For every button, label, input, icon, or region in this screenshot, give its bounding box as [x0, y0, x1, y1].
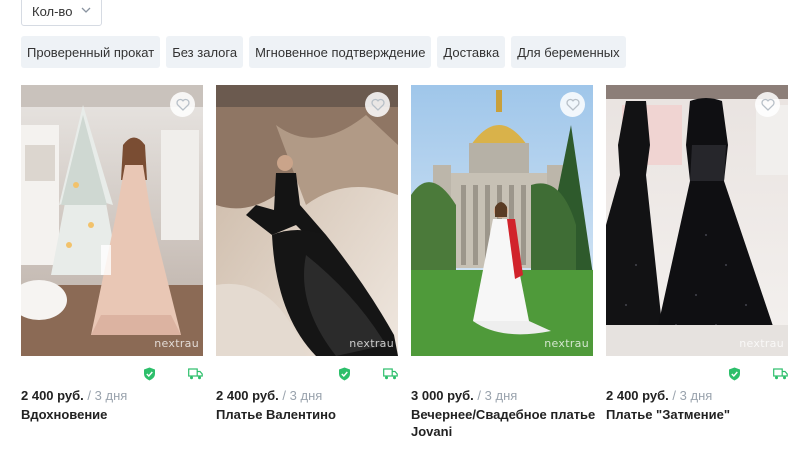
rental-period: / 3 дня — [282, 388, 323, 403]
favorite-button[interactable] — [755, 92, 780, 117]
chip-no-deposit[interactable]: Без залога — [166, 36, 244, 68]
badges — [338, 366, 398, 382]
price: 2 400 руб. — [216, 388, 279, 403]
heart-outline-icon — [760, 98, 775, 111]
rental-period: / 3 дня — [87, 388, 128, 403]
favorite-button[interactable] — [365, 92, 390, 117]
product-title[interactable]: Платье Валентино — [216, 406, 402, 423]
price: 3 000 руб. — [411, 388, 474, 403]
product-image — [21, 85, 203, 356]
product-photo[interactable]: nextrau — [606, 85, 788, 356]
truck-icon — [188, 368, 203, 380]
truck-icon — [773, 368, 788, 380]
quantity-select-label: Кол-во — [32, 3, 73, 19]
product-title[interactable]: Вечернее/Свадебное платье Jovani — [411, 406, 597, 440]
badges — [728, 366, 788, 382]
watermark: nextrau — [739, 337, 784, 350]
favorite-button[interactable] — [560, 92, 585, 117]
price-line: 3 000 руб. / 3 дня — [411, 388, 517, 403]
product-card[interactable]: nextrau 2 400 руб. / 3 дня Платье Валент… — [216, 85, 398, 422]
price-line: 2 400 руб. / 3 дня — [216, 388, 322, 403]
truck-icon — [383, 368, 398, 380]
badges — [143, 366, 203, 382]
shield-check-icon — [339, 367, 350, 381]
price-line: 2 400 руб. / 3 дня — [606, 388, 712, 403]
watermark: nextrau — [544, 337, 589, 350]
price: 2 400 руб. — [606, 388, 669, 403]
product-photo[interactable]: nextrau — [411, 85, 593, 356]
product-grid: nextrau 2 400 руб. / 3 дня Вдохновение n… — [21, 85, 788, 439]
product-image — [606, 85, 788, 356]
chevron-down-icon — [81, 7, 91, 13]
product-card[interactable]: nextrau 2 400 руб. / 3 дня Платье "Затме… — [606, 85, 788, 422]
product-photo[interactable]: nextrau — [21, 85, 203, 356]
product-title[interactable]: Вдохновение — [21, 406, 207, 423]
filter-chips: Проверенный прокат Без залога Мгновенное… — [21, 36, 626, 68]
product-card[interactable]: nextrau 2 400 руб. / 3 дня Вдохновение — [21, 85, 203, 422]
heart-outline-icon — [175, 98, 190, 111]
chip-instant-confirmation[interactable]: Мгновенное подтверждение — [249, 36, 432, 68]
shield-check-icon — [729, 367, 740, 381]
chip-for-pregnant[interactable]: Для беременных — [511, 36, 626, 68]
shield-check-icon — [144, 367, 155, 381]
chip-delivery[interactable]: Доставка — [437, 36, 506, 68]
watermark: nextrau — [154, 337, 199, 350]
watermark: nextrau — [349, 337, 394, 350]
rental-period: / 3 дня — [672, 388, 713, 403]
heart-outline-icon — [565, 98, 580, 111]
price-line: 2 400 руб. / 3 дня — [21, 388, 127, 403]
product-title[interactable]: Платье "Затмение" — [606, 406, 792, 423]
rental-period: / 3 дня — [477, 388, 518, 403]
product-image — [216, 85, 398, 356]
quantity-select[interactable]: Кол-во — [21, 0, 102, 26]
product-image — [411, 85, 593, 356]
price: 2 400 руб. — [21, 388, 84, 403]
favorite-button[interactable] — [170, 92, 195, 117]
chip-verified-rental[interactable]: Проверенный прокат — [21, 36, 161, 68]
product-photo[interactable]: nextrau — [216, 85, 398, 356]
heart-outline-icon — [370, 98, 385, 111]
product-card[interactable]: nextrau 3 000 руб. / 3 дня Вечернее/Свад… — [411, 85, 595, 439]
